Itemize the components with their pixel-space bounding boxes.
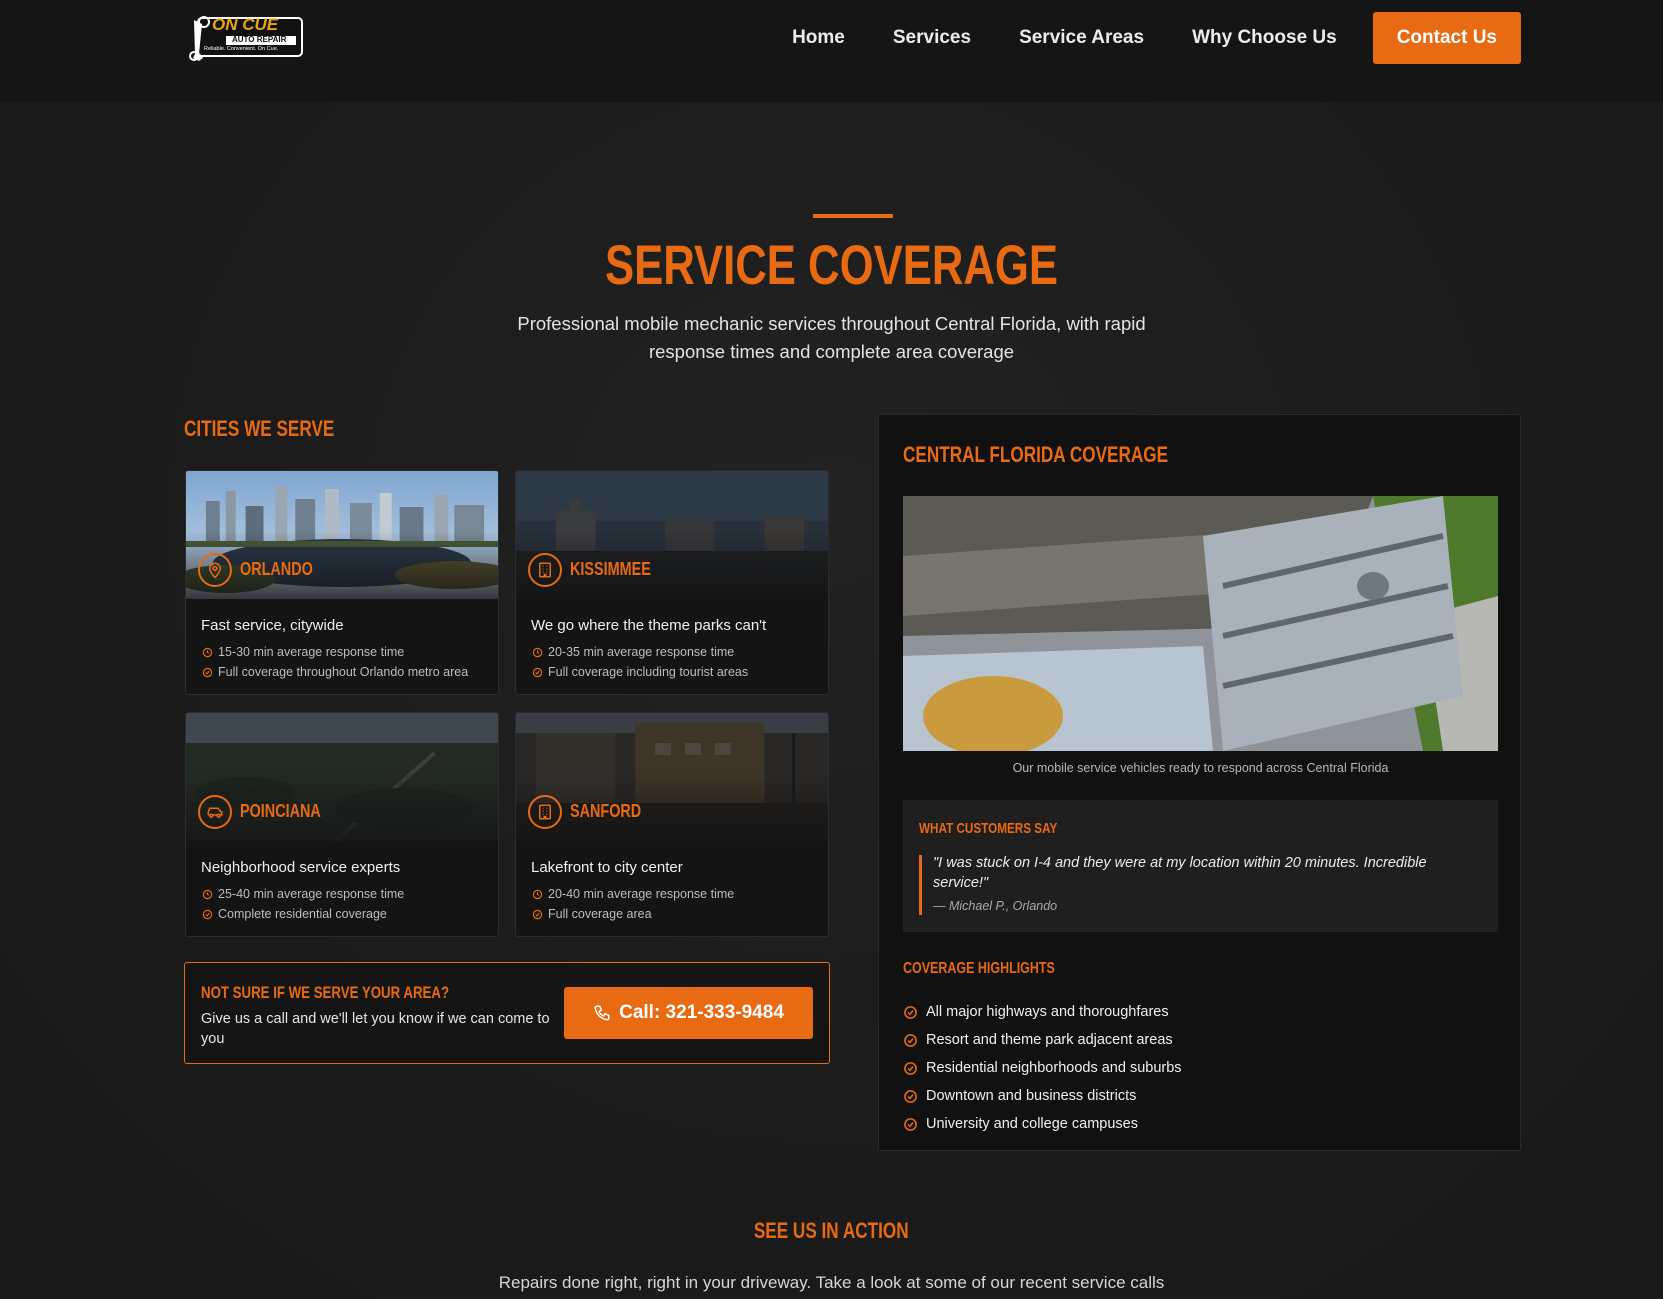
coverage-note: Full coverage including tourist areas (532, 665, 748, 679)
coverage-note: Full coverage area (532, 907, 652, 921)
not-sure-heading: NOT SURE IF WE SERVE YOUR AREA? (201, 983, 450, 1002)
clock-icon (202, 889, 213, 899)
testimonial-quote: "I was stuck on I-4 and they were at my … (933, 855, 1427, 891)
nav-home[interactable]: Home (792, 27, 845, 49)
map-pin-icon (198, 553, 232, 587)
check-circle-icon (532, 667, 543, 677)
testimonial-author: — Michael P., Orlando (933, 899, 1058, 913)
check-circle-icon (202, 667, 213, 677)
page-subtitle: Professional mobile mechanic services th… (517, 313, 1146, 362)
card-fade (516, 531, 828, 601)
clock-icon (532, 647, 543, 657)
main-nav: Home Services Service Areas Why Choose U… (744, 12, 1521, 64)
response-time: 20-40 min average response time (532, 887, 734, 901)
response-time-text: 15-30 min average response time (218, 645, 405, 659)
building-icon (528, 795, 562, 829)
city-tagline: Neighborhood service experts (201, 859, 401, 876)
response-time: 20-35 min average response time (532, 645, 734, 659)
check-circle-icon (904, 1033, 917, 1047)
not-sure-text: Give us a call and we'll let you know if… (201, 1011, 550, 1047)
list-item: Downtown and business districts (903, 1082, 1182, 1110)
city-card-poinciana[interactable]: POINCIANA Neighborhood service experts 2… (185, 712, 499, 937)
response-time-text: 20-35 min average response time (548, 645, 735, 659)
call-button[interactable]: Call: 321-333-9484 (564, 987, 813, 1039)
call-button-label: Call: 321-333-9484 (619, 1002, 784, 1023)
card-fade (516, 773, 828, 843)
city-name: SANFORD (570, 801, 642, 821)
response-time: 15-30 min average response time (202, 645, 404, 659)
list-item: Residential neighborhoods and suburbs (903, 1054, 1182, 1082)
not-sure-callout: NOT SURE IF WE SERVE YOUR AREA? Give us … (184, 962, 830, 1064)
coverage-note: Complete residential coverage (202, 907, 387, 921)
highlight-text: University and college campuses (926, 1116, 1138, 1132)
logo[interactable]: ON CUE AUTO REPAIR Reliable. Convenient.… (184, 14, 306, 62)
list-item: Resort and theme park adjacent areas (903, 1026, 1182, 1054)
card-fade (186, 531, 498, 601)
car-icon (198, 795, 232, 829)
coverage-note-text: Full coverage area (548, 907, 652, 921)
coverage-note-text: Complete residential coverage (218, 907, 387, 921)
list-item: University and college campuses (903, 1110, 1182, 1138)
clock-icon (202, 647, 213, 657)
site-header: ON CUE AUTO REPAIR Reliable. Convenient.… (0, 0, 1663, 102)
nav-service-areas[interactable]: Service Areas (1019, 27, 1144, 49)
nav-services[interactable]: Services (893, 27, 971, 49)
card-fade (186, 773, 498, 843)
response-time: 25-40 min average response time (202, 887, 404, 901)
city-tagline: We go where the theme parks can't (531, 617, 767, 634)
coverage-note-text: Full coverage including tourist areas (548, 665, 749, 679)
coverage-panel-heading: CENTRAL FLORIDA COVERAGE (903, 442, 1169, 467)
city-name: ORLANDO (240, 559, 313, 579)
city-name: POINCIANA (240, 801, 321, 821)
city-tagline: Fast service, citywide (201, 617, 344, 634)
city-tagline: Lakefront to city center (531, 859, 683, 876)
highlight-text: Resort and theme park adjacent areas (926, 1032, 1173, 1048)
highlight-text: Residential neighborhoods and suburbs (926, 1060, 1182, 1076)
logo-sub: AUTO REPAIR (232, 35, 287, 44)
coverage-note-text: Full coverage throughout Orlando metro a… (218, 665, 469, 679)
response-time-text: 20-40 min average response time (548, 887, 735, 901)
check-circle-icon (202, 909, 213, 919)
nav-why-choose-us[interactable]: Why Choose Us (1192, 27, 1337, 49)
check-circle-icon (904, 1061, 917, 1075)
check-circle-icon (904, 1005, 917, 1019)
highlight-text: Downtown and business districts (926, 1088, 1137, 1104)
logo-tagline: Reliable. Convenient. On Cue. (204, 46, 279, 52)
title-accent-line (813, 214, 893, 218)
building-icon (528, 553, 562, 587)
city-name: KISSIMMEE (570, 559, 651, 579)
coverage-note: Full coverage throughout Orlando metro a… (202, 665, 468, 679)
cities-heading: CITIES WE SERVE (184, 416, 335, 441)
testimonial-heading: WHAT CUSTOMERS SAY (919, 820, 1058, 837)
see-us-heading: SEE US IN ACTION (754, 1218, 909, 1243)
response-time-text: 25-40 min average response time (218, 887, 405, 901)
highlights-list: All major highways and thoroughfares Res… (903, 998, 1182, 1138)
highlight-text: All major highways and thoroughfares (926, 1004, 1169, 1020)
testimonial-box: WHAT CUSTOMERS SAY "I was stuck on I-4 a… (903, 800, 1498, 932)
service-vehicle-image (903, 496, 1498, 751)
phone-icon (594, 1005, 610, 1021)
logo-brand: ON CUE (212, 15, 279, 34)
check-circle-icon (904, 1117, 917, 1131)
quote-accent-bar (919, 855, 922, 915)
highlights-heading: COVERAGE HIGHLIGHTS (903, 960, 1055, 977)
contact-us-button[interactable]: Contact Us (1372, 12, 1521, 64)
see-us-subtitle: Repairs done right, right in your drivew… (498, 1273, 1165, 1292)
vehicle-caption: Our mobile service vehicles ready to res… (1012, 761, 1389, 775)
city-card-orlando[interactable]: ORLANDO Fast service, citywide 15-30 min… (185, 470, 499, 695)
page-title: SERVICE COVERAGE (604, 233, 1059, 296)
see-us-heading-wrap: SEE US IN ACTION (0, 1218, 1663, 1244)
check-circle-icon (532, 909, 543, 919)
city-card-sanford[interactable]: SANFORD Lakefront to city center 20-40 m… (515, 712, 829, 937)
check-circle-icon (904, 1089, 917, 1103)
coverage-panel: CENTRAL FLORIDA COVERAGE Our mobile serv… (878, 414, 1521, 1151)
clock-icon (532, 889, 543, 899)
list-item: All major highways and thoroughfares (903, 998, 1182, 1026)
city-card-kissimmee[interactable]: KISSIMMEE We go where the theme parks ca… (515, 470, 829, 695)
